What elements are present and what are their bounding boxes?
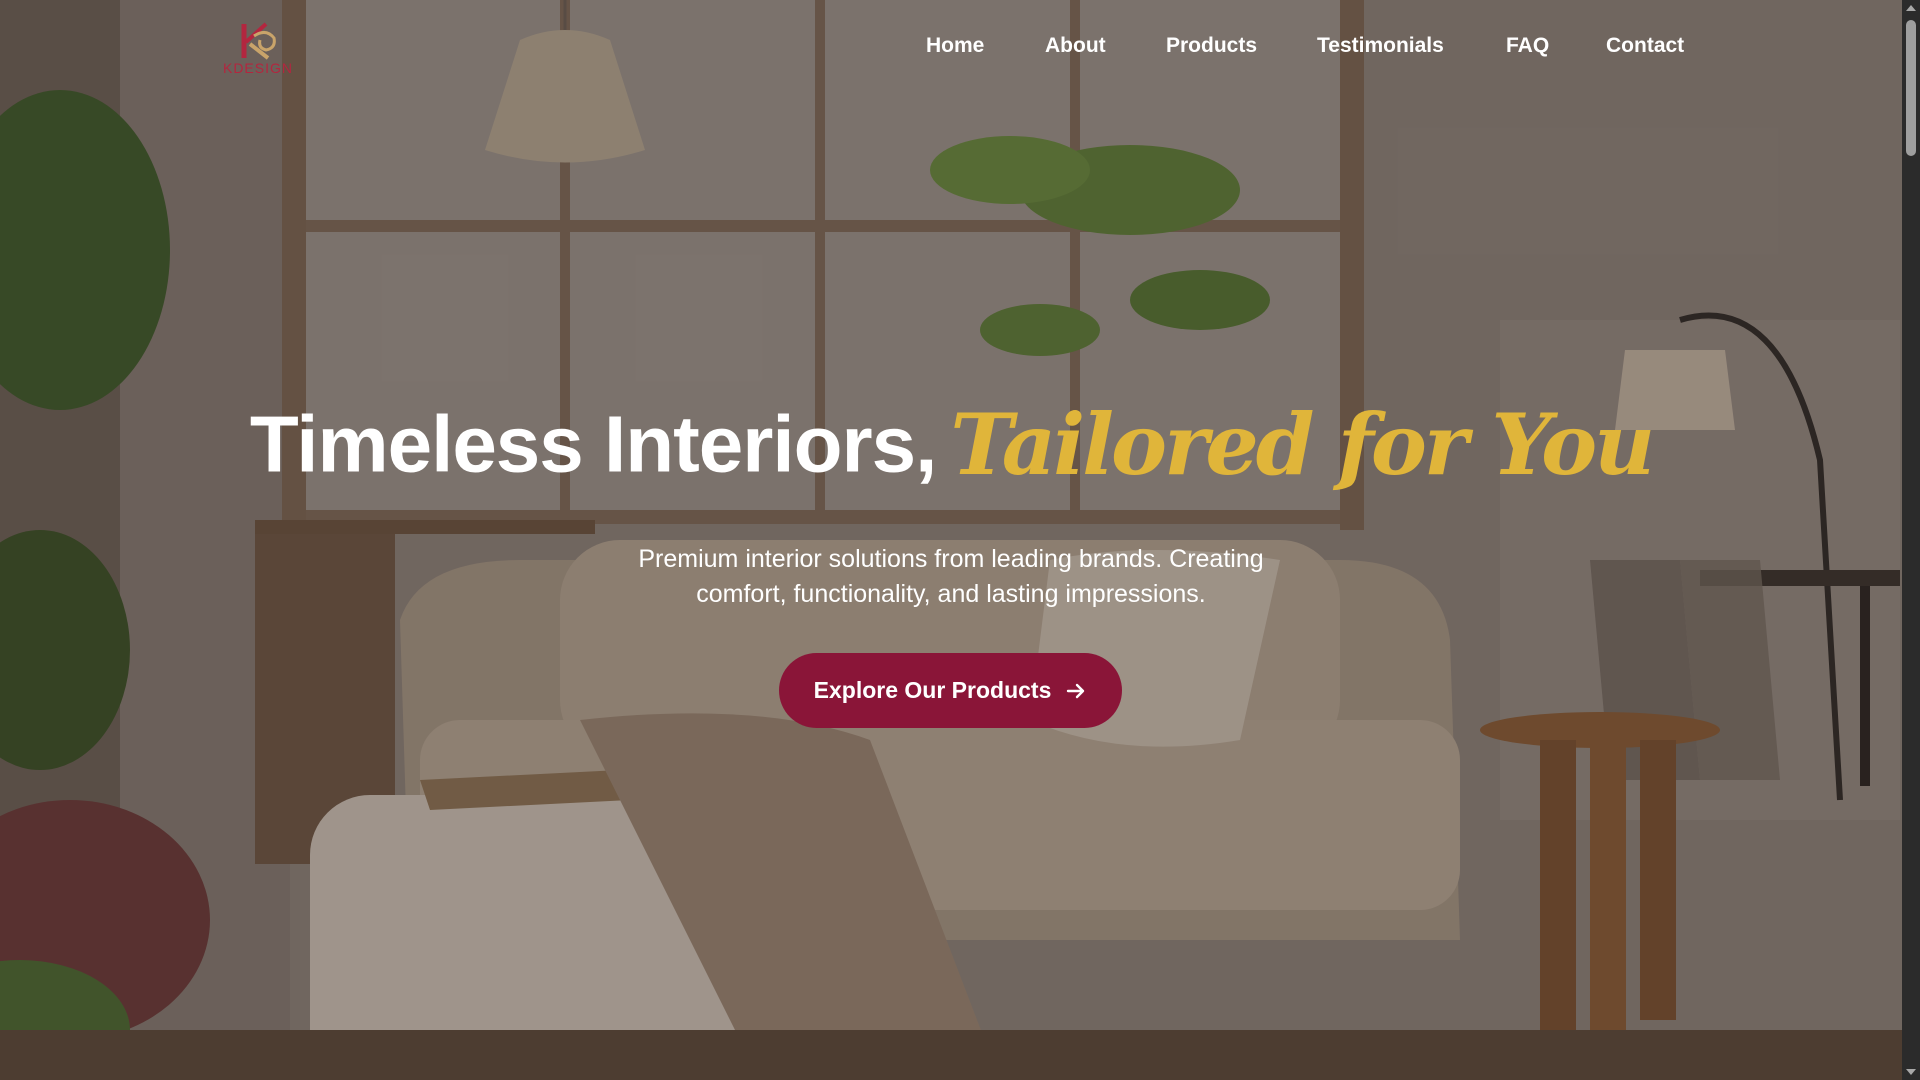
hero-dark-overlay xyxy=(0,0,1902,1080)
subtitle-line-2: comfort, functionality, and lasting impr… xyxy=(696,580,1206,608)
main-navigation: Home About Products Testimonials FAQ Con… xyxy=(0,34,1902,66)
explore-products-label: Explore Our Products xyxy=(813,677,1052,703)
explore-products-button[interactable]: Explore Our Products xyxy=(779,653,1122,728)
hero-headline: Timeless Interiors, Tailored for You xyxy=(0,395,1902,494)
nav-item-home[interactable]: Home xyxy=(926,34,984,58)
nav-item-faq[interactable]: FAQ xyxy=(1506,34,1549,58)
scroll-up-arrow-icon[interactable] xyxy=(1902,0,1920,16)
subtitle-line-1: Premium interior solutions from leading … xyxy=(638,545,1264,573)
scroll-down-arrow-icon[interactable] xyxy=(1902,1064,1920,1080)
nav-item-products[interactable]: Products xyxy=(1166,34,1257,58)
headline-plain-text: Timeless Interiors, xyxy=(249,399,938,489)
scrollbar-thumb[interactable] xyxy=(1906,20,1916,156)
page-scrollbar[interactable] xyxy=(1902,0,1920,1080)
nav-item-testimonials[interactable]: Testimonials xyxy=(1317,34,1444,58)
headline-script-text: Tailored for You xyxy=(950,395,1655,494)
hero-section: KDESIGN Home About Products Testimonials… xyxy=(0,0,1902,1080)
arrow-right-icon xyxy=(1067,683,1085,698)
nav-item-contact[interactable]: Contact xyxy=(1606,34,1684,58)
hero-subtitle: Premium interior solutions from leading … xyxy=(560,542,1342,612)
nav-item-about[interactable]: About xyxy=(1045,34,1106,58)
